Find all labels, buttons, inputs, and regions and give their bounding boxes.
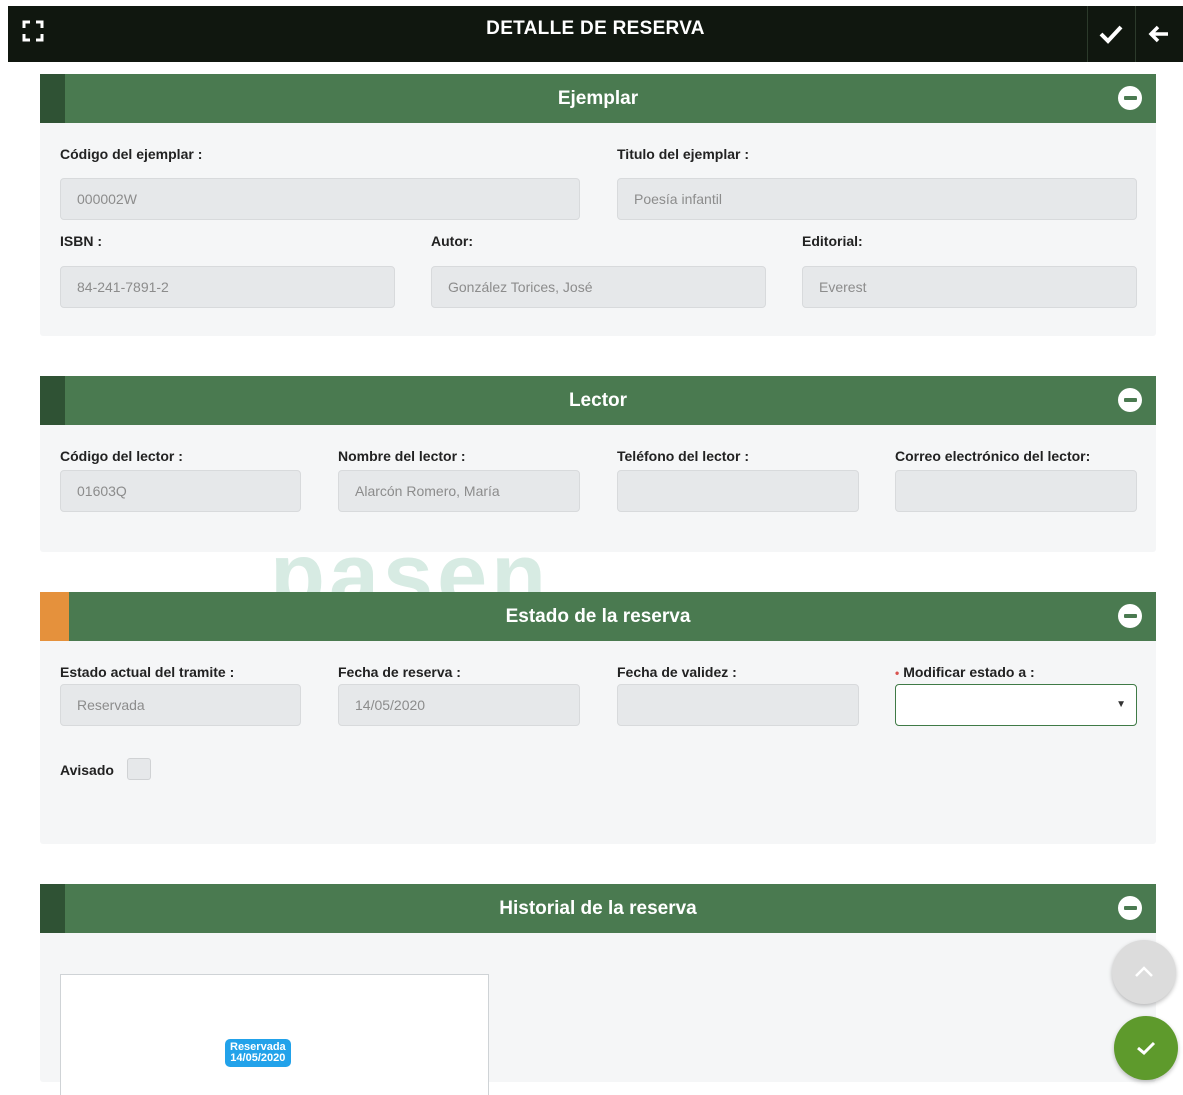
correo-lector-field[interactable]	[895, 470, 1137, 512]
estado-actual-field[interactable]: Reservada	[60, 684, 301, 726]
panel-title: Historial de la reserva	[499, 898, 697, 919]
fecha-reserva-label: Fecha de reserva :	[338, 664, 461, 680]
panel-title: Lector	[568, 390, 628, 411]
top-bar: DETALLE DE RESERVA	[8, 0, 1183, 62]
panel-accent	[40, 884, 65, 933]
isbn-label: ISBN :	[60, 233, 102, 249]
fecha-validez-label: Fecha de validez :	[617, 664, 737, 680]
back-button[interactable]	[1136, 6, 1182, 62]
codigo-ejemplar-label: Código del ejemplar :	[60, 146, 203, 162]
confirm-fab-button[interactable]	[1114, 1016, 1178, 1080]
telefono-lector-field[interactable]	[617, 470, 859, 512]
codigo-lector-label: Código del lector :	[60, 448, 183, 464]
codigo-ejemplar-field[interactable]: 000002W	[60, 178, 580, 220]
page-title: DETALLE DE RESERVA	[486, 18, 705, 39]
fecha-validez-field[interactable]	[617, 684, 859, 726]
titulo-ejemplar-label: Titulo del ejemplar :	[617, 146, 749, 162]
panel-ejemplar: Ejemplar Código del ejemplar : 000002W T…	[40, 74, 1156, 336]
minus-circle-icon[interactable]	[1118, 86, 1142, 110]
modificar-estado-select[interactable]: ▼	[895, 684, 1137, 726]
watermark: pasen	[270, 546, 550, 592]
titulo-ejemplar-field[interactable]: Poesía infantil	[617, 178, 1137, 220]
minus-circle-icon[interactable]	[1118, 604, 1142, 628]
panel-accent	[40, 74, 65, 123]
required-marker: •	[895, 666, 900, 680]
modificar-estado-label: • Modificar estado a :	[895, 664, 1035, 680]
panel-header: Ejemplar	[40, 74, 1156, 123]
save-button[interactable]	[1088, 6, 1134, 62]
panel-header: Lector	[40, 376, 1156, 425]
autor-label: Autor:	[431, 233, 473, 249]
panel-accent	[40, 592, 69, 641]
scroll-top-button[interactable]	[1112, 940, 1176, 1004]
editorial-field[interactable]: Everest	[802, 266, 1137, 308]
arrow-left-icon	[1148, 25, 1168, 43]
editorial-label: Editorial:	[802, 233, 863, 249]
autor-field[interactable]: González Torices, José	[431, 266, 766, 308]
correo-lector-label: Correo electrónico del lector:	[895, 448, 1091, 464]
minus-circle-icon[interactable]	[1118, 896, 1142, 920]
isbn-field[interactable]: 84-241-7891-2	[60, 266, 395, 308]
check-icon	[1099, 25, 1123, 44]
check-icon	[1137, 1041, 1156, 1056]
panel-title: Estado de la reserva	[505, 606, 691, 627]
history-status-badge[interactable]: Reservada 14/05/2020	[225, 1039, 291, 1067]
fecha-reserva-field[interactable]: 14/05/2020	[338, 684, 580, 726]
history-timeline: Reservada 14/05/2020	[60, 974, 489, 1095]
codigo-lector-field[interactable]: 01603Q	[60, 470, 301, 512]
chevron-up-icon	[1135, 966, 1153, 977]
estado-actual-label: Estado actual del tramite :	[60, 664, 235, 680]
panel-accent	[40, 376, 65, 425]
panel-header: Historial de la reserva	[40, 884, 1156, 933]
panel-lector: Lector Código del lector : 01603Q Nombre…	[40, 376, 1156, 552]
panel-title: Ejemplar	[557, 88, 639, 109]
dropdown-arrow-icon: ▼	[1116, 699, 1126, 710]
nombre-lector-label: Nombre del lector :	[338, 448, 466, 464]
panel-historial: Historial de la reserva Reservada 14/05/…	[40, 884, 1156, 1095]
minus-circle-icon[interactable]	[1118, 388, 1142, 412]
panel-estado: Estado de la reserva Estado actual del t…	[40, 592, 1156, 844]
avisado-label: Avisado	[60, 762, 114, 778]
modificar-estado-text: Modificar estado a :	[903, 664, 1035, 680]
window-edge	[0, 0, 8, 1082]
avisado-checkbox[interactable]	[127, 758, 151, 780]
history-badge-date: 14/05/2020	[230, 1052, 286, 1064]
telefono-lector-label: Teléfono del lector :	[617, 448, 749, 464]
nombre-lector-field[interactable]: Alarcón Romero, María	[338, 470, 580, 512]
panel-header: Estado de la reserva	[40, 592, 1156, 641]
